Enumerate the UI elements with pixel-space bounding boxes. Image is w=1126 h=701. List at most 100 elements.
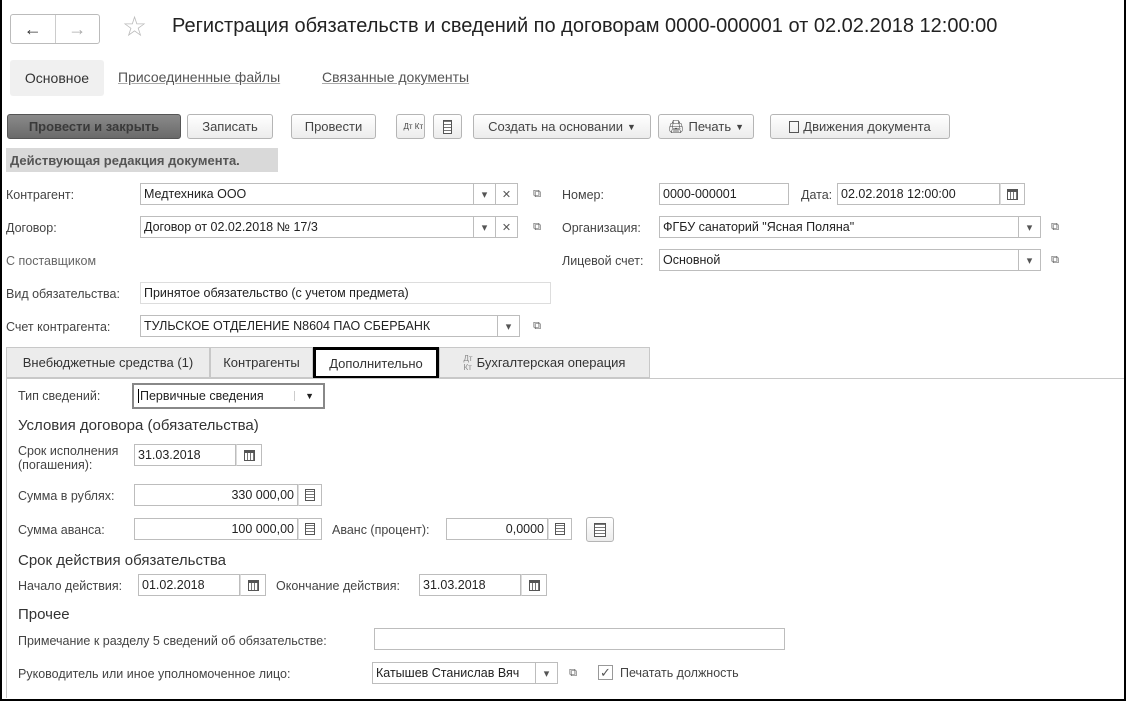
clear-button[interactable]: ✕ bbox=[496, 216, 518, 238]
dtkt-icon: Дт Кт bbox=[403, 121, 424, 131]
counterparty-account-field[interactable]: ТУЛЬСКОЕ ОТДЕЛЕНИЕ N8604 ПАО СБЕРБАНК bbox=[140, 315, 498, 337]
list-button[interactable] bbox=[433, 114, 462, 139]
advance-field[interactable]: 100 000,00 bbox=[134, 518, 298, 540]
report-icon bbox=[789, 120, 800, 133]
calendar-button[interactable] bbox=[240, 574, 266, 596]
calculator-button[interactable] bbox=[298, 484, 322, 506]
tab-extrabudgetary[interactable]: Внебюджетные средства (1) bbox=[6, 347, 210, 378]
tab-counterparties[interactable]: Контрагенты bbox=[210, 347, 313, 378]
calendar-button[interactable] bbox=[236, 444, 262, 466]
create-based-on-label: Создать на основании bbox=[488, 119, 623, 134]
open-icon[interactable]: ⧉ bbox=[562, 662, 584, 684]
calculate-advance-button[interactable] bbox=[586, 517, 614, 542]
post-and-close-button[interactable]: Провести и закрыть bbox=[7, 114, 181, 139]
organization-field[interactable]: ФГБУ санаторий "Ясная Поляна" bbox=[659, 216, 1019, 238]
calendar-icon bbox=[528, 579, 540, 591]
save-button[interactable]: Записать bbox=[187, 114, 273, 139]
tab-additional[interactable]: Дополнительно bbox=[313, 347, 439, 379]
account-label: Лицевой счет: bbox=[562, 254, 644, 268]
account-field[interactable]: Основной bbox=[659, 249, 1019, 271]
open-icon[interactable]: ⧉ bbox=[526, 183, 548, 205]
page-title: Регистрация обязательств и сведений по д… bbox=[172, 15, 998, 37]
due-label-line1: Срок исполнения bbox=[18, 444, 119, 458]
end-date-field[interactable]: 31.03.2018 bbox=[419, 574, 521, 596]
obligation-type-label: Вид обязательства: bbox=[6, 287, 120, 301]
organization-label: Организация: bbox=[562, 221, 641, 235]
date-label: Дата: bbox=[801, 188, 833, 202]
counterparty-label: Контрагент: bbox=[6, 188, 75, 202]
list-icon bbox=[443, 119, 452, 134]
note-label: Примечание к разделу 5 сведений об обяза… bbox=[18, 634, 327, 648]
tab-accounting-operation[interactable]: Дт Кт Бухгалтерская операция bbox=[439, 347, 650, 378]
dropdown-button[interactable]: ▾ bbox=[1019, 216, 1041, 238]
calculator-button[interactable] bbox=[298, 518, 322, 540]
calculator-icon bbox=[555, 523, 565, 535]
dropdown-button[interactable]: ▾ bbox=[474, 216, 496, 238]
contract-label: Договор: bbox=[6, 221, 57, 235]
calendar-icon bbox=[243, 449, 255, 461]
open-icon[interactable]: ⧉ bbox=[526, 315, 548, 337]
print-button[interactable]: 🖨 Печать ▼ bbox=[658, 114, 754, 139]
tab-related-documents[interactable]: Связанные документы bbox=[322, 69, 469, 85]
due-label-line2: (погашения): bbox=[18, 458, 93, 472]
counterparty-account-label: Счет контрагента: bbox=[6, 320, 111, 334]
dropdown-button[interactable]: ▾ bbox=[498, 315, 520, 337]
dtkt-button[interactable]: Дт Кт bbox=[396, 114, 425, 139]
note-field[interactable] bbox=[374, 628, 785, 650]
head-label: Руководитель или иное уполномоченное лиц… bbox=[18, 667, 291, 681]
favorite-star-icon[interactable]: ☆ bbox=[122, 10, 147, 43]
print-position-checkbox[interactable]: ✓ bbox=[598, 665, 613, 680]
tab-main[interactable]: Основное bbox=[10, 60, 104, 96]
section-contract-terms: Условия договора (обязательства) bbox=[18, 417, 259, 434]
info-type-value: Первичные сведения bbox=[138, 389, 294, 403]
with-supplier-label: С поставщиком bbox=[6, 254, 97, 268]
back-button[interactable]: ← bbox=[11, 15, 56, 43]
due-date-label: Срок исполнения (погашения): bbox=[18, 444, 118, 472]
create-based-on-button[interactable]: Создать на основании ▼ bbox=[473, 114, 651, 139]
end-label: Окончание действия: bbox=[276, 579, 401, 593]
dropdown-button[interactable]: ▾ bbox=[536, 662, 558, 684]
calendar-button[interactable] bbox=[1000, 183, 1025, 205]
tab-panel-left-border bbox=[6, 378, 7, 698]
advance-percent-field[interactable]: 0,0000 bbox=[446, 518, 548, 540]
open-icon[interactable]: ⧉ bbox=[1044, 216, 1066, 238]
info-type-label: Тип сведений: bbox=[18, 389, 101, 403]
history-nav: ← → bbox=[10, 14, 100, 44]
date-field[interactable]: 02.02.2018 12:00:00 bbox=[837, 183, 1000, 205]
number-label: Номер: bbox=[562, 188, 604, 202]
number-field[interactable]: 0000-000001 bbox=[659, 183, 789, 205]
section-other: Прочее bbox=[18, 606, 70, 623]
chevron-down-icon[interactable]: ▼ bbox=[294, 391, 320, 401]
status-banner: Действующая редакция документа. bbox=[6, 148, 278, 172]
calculator-button[interactable] bbox=[548, 518, 572, 540]
print-label: Печать bbox=[688, 119, 732, 134]
counterparty-field[interactable]: Медтехника ООО bbox=[140, 183, 474, 205]
calendar-icon bbox=[247, 579, 259, 591]
dropdown-button[interactable]: ▾ bbox=[474, 183, 496, 205]
post-button[interactable]: Провести bbox=[291, 114, 376, 139]
open-icon[interactable]: ⧉ bbox=[1044, 249, 1066, 271]
due-date-field[interactable]: 31.03.2018 bbox=[134, 444, 236, 466]
sum-label: Сумма в рублях: bbox=[18, 489, 115, 503]
calendar-button[interactable] bbox=[521, 574, 547, 596]
calculator-icon bbox=[594, 522, 606, 537]
advance-percent-label: Аванс (процент): bbox=[332, 523, 430, 537]
movements-label: Движения документа bbox=[803, 119, 931, 134]
dropdown-button[interactable]: ▾ bbox=[1019, 249, 1041, 271]
head-field[interactable]: Катышев Станислав Вяч bbox=[372, 662, 536, 684]
contract-field[interactable]: Договор от 02.02.2018 № 17/3 bbox=[140, 216, 474, 238]
sum-field[interactable]: 330 000,00 bbox=[134, 484, 298, 506]
clear-button[interactable]: ✕ bbox=[496, 183, 518, 205]
tab-label: Бухгалтерская операция bbox=[476, 355, 626, 370]
calendar-icon bbox=[1007, 188, 1018, 200]
dtkt-icon: Дт Кт bbox=[463, 353, 473, 372]
start-date-field[interactable]: 01.02.2018 bbox=[138, 574, 240, 596]
tab-attached-files[interactable]: Присоединенные файлы bbox=[118, 69, 280, 85]
section-obligation-period: Срок действия обязательства bbox=[18, 552, 226, 569]
open-icon[interactable]: ⧉ bbox=[526, 216, 548, 238]
info-type-field[interactable]: Первичные сведения ▼ bbox=[132, 383, 325, 409]
chevron-down-icon: ▼ bbox=[735, 121, 745, 132]
print-position-label: Печатать должность bbox=[620, 666, 739, 680]
forward-button[interactable]: → bbox=[56, 15, 100, 43]
document-movements-button[interactable]: Движения документа bbox=[770, 114, 950, 139]
